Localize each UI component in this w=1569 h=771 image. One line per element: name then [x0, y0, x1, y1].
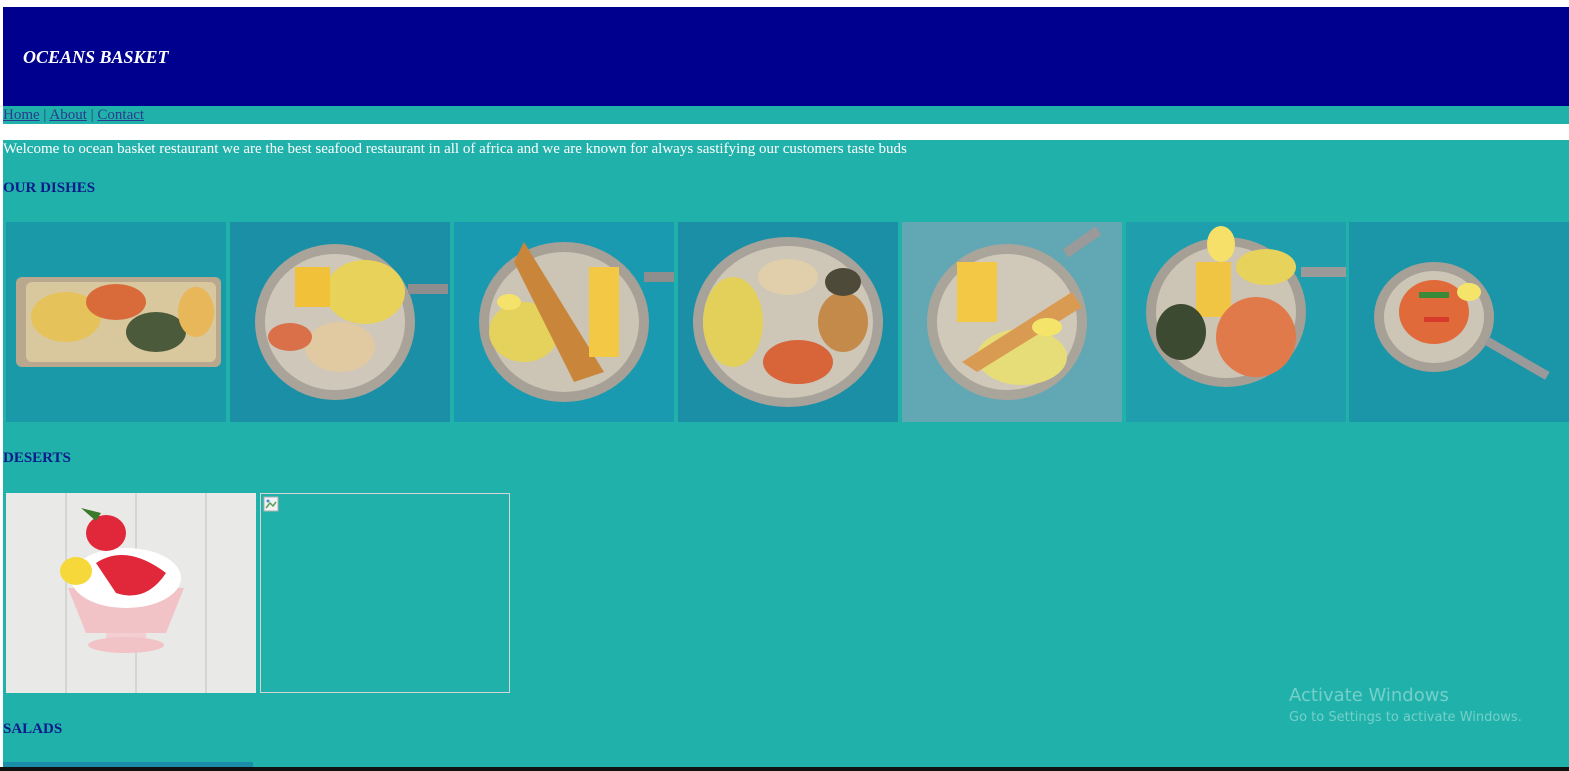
dish-image-fish-chips [454, 222, 674, 422]
dish-image-prawns [1349, 222, 1569, 422]
watermark-title: Activate Windows [1289, 685, 1449, 706]
watermark-subtitle: Go to Settings to activate Windows. [1289, 710, 1522, 725]
nav-link-home[interactable]: Home [3, 107, 40, 123]
site-title: OCEANS BASKET [23, 47, 169, 67]
dish-image-platter [6, 222, 226, 422]
section-title-deserts: DESERTS [3, 450, 71, 466]
desert-image-sundae [6, 493, 256, 693]
nav-link-about[interactable]: About [49, 107, 87, 123]
dish-image-hake-rice [902, 222, 1122, 422]
nav-link-contact[interactable]: Contact [97, 107, 144, 123]
broken-image-icon [263, 496, 279, 512]
dish-image-combo [678, 222, 898, 422]
section-title-salads: SALADS [3, 721, 63, 737]
main-content: Welcome to ocean basket restaurant we ar… [3, 140, 1569, 771]
desert-image-broken [260, 493, 510, 693]
site-header: OCEANS BASKET [3, 7, 1569, 106]
nav-separator: | [90, 107, 94, 123]
nav-separator: | [43, 107, 47, 123]
dish-image-calamari-rice [230, 222, 450, 422]
welcome-text: Welcome to ocean basket restaurant we ar… [3, 141, 907, 157]
window-bottom-edge [0, 767, 1569, 771]
nav-bar: Home | About | Contact [3, 106, 1569, 124]
activate-windows-watermark: Activate Windows Go to Settings to activ… [1289, 685, 1522, 725]
dish-image-prawn-mussels [1126, 222, 1346, 422]
section-title-dishes: OUR DISHES [3, 180, 96, 196]
